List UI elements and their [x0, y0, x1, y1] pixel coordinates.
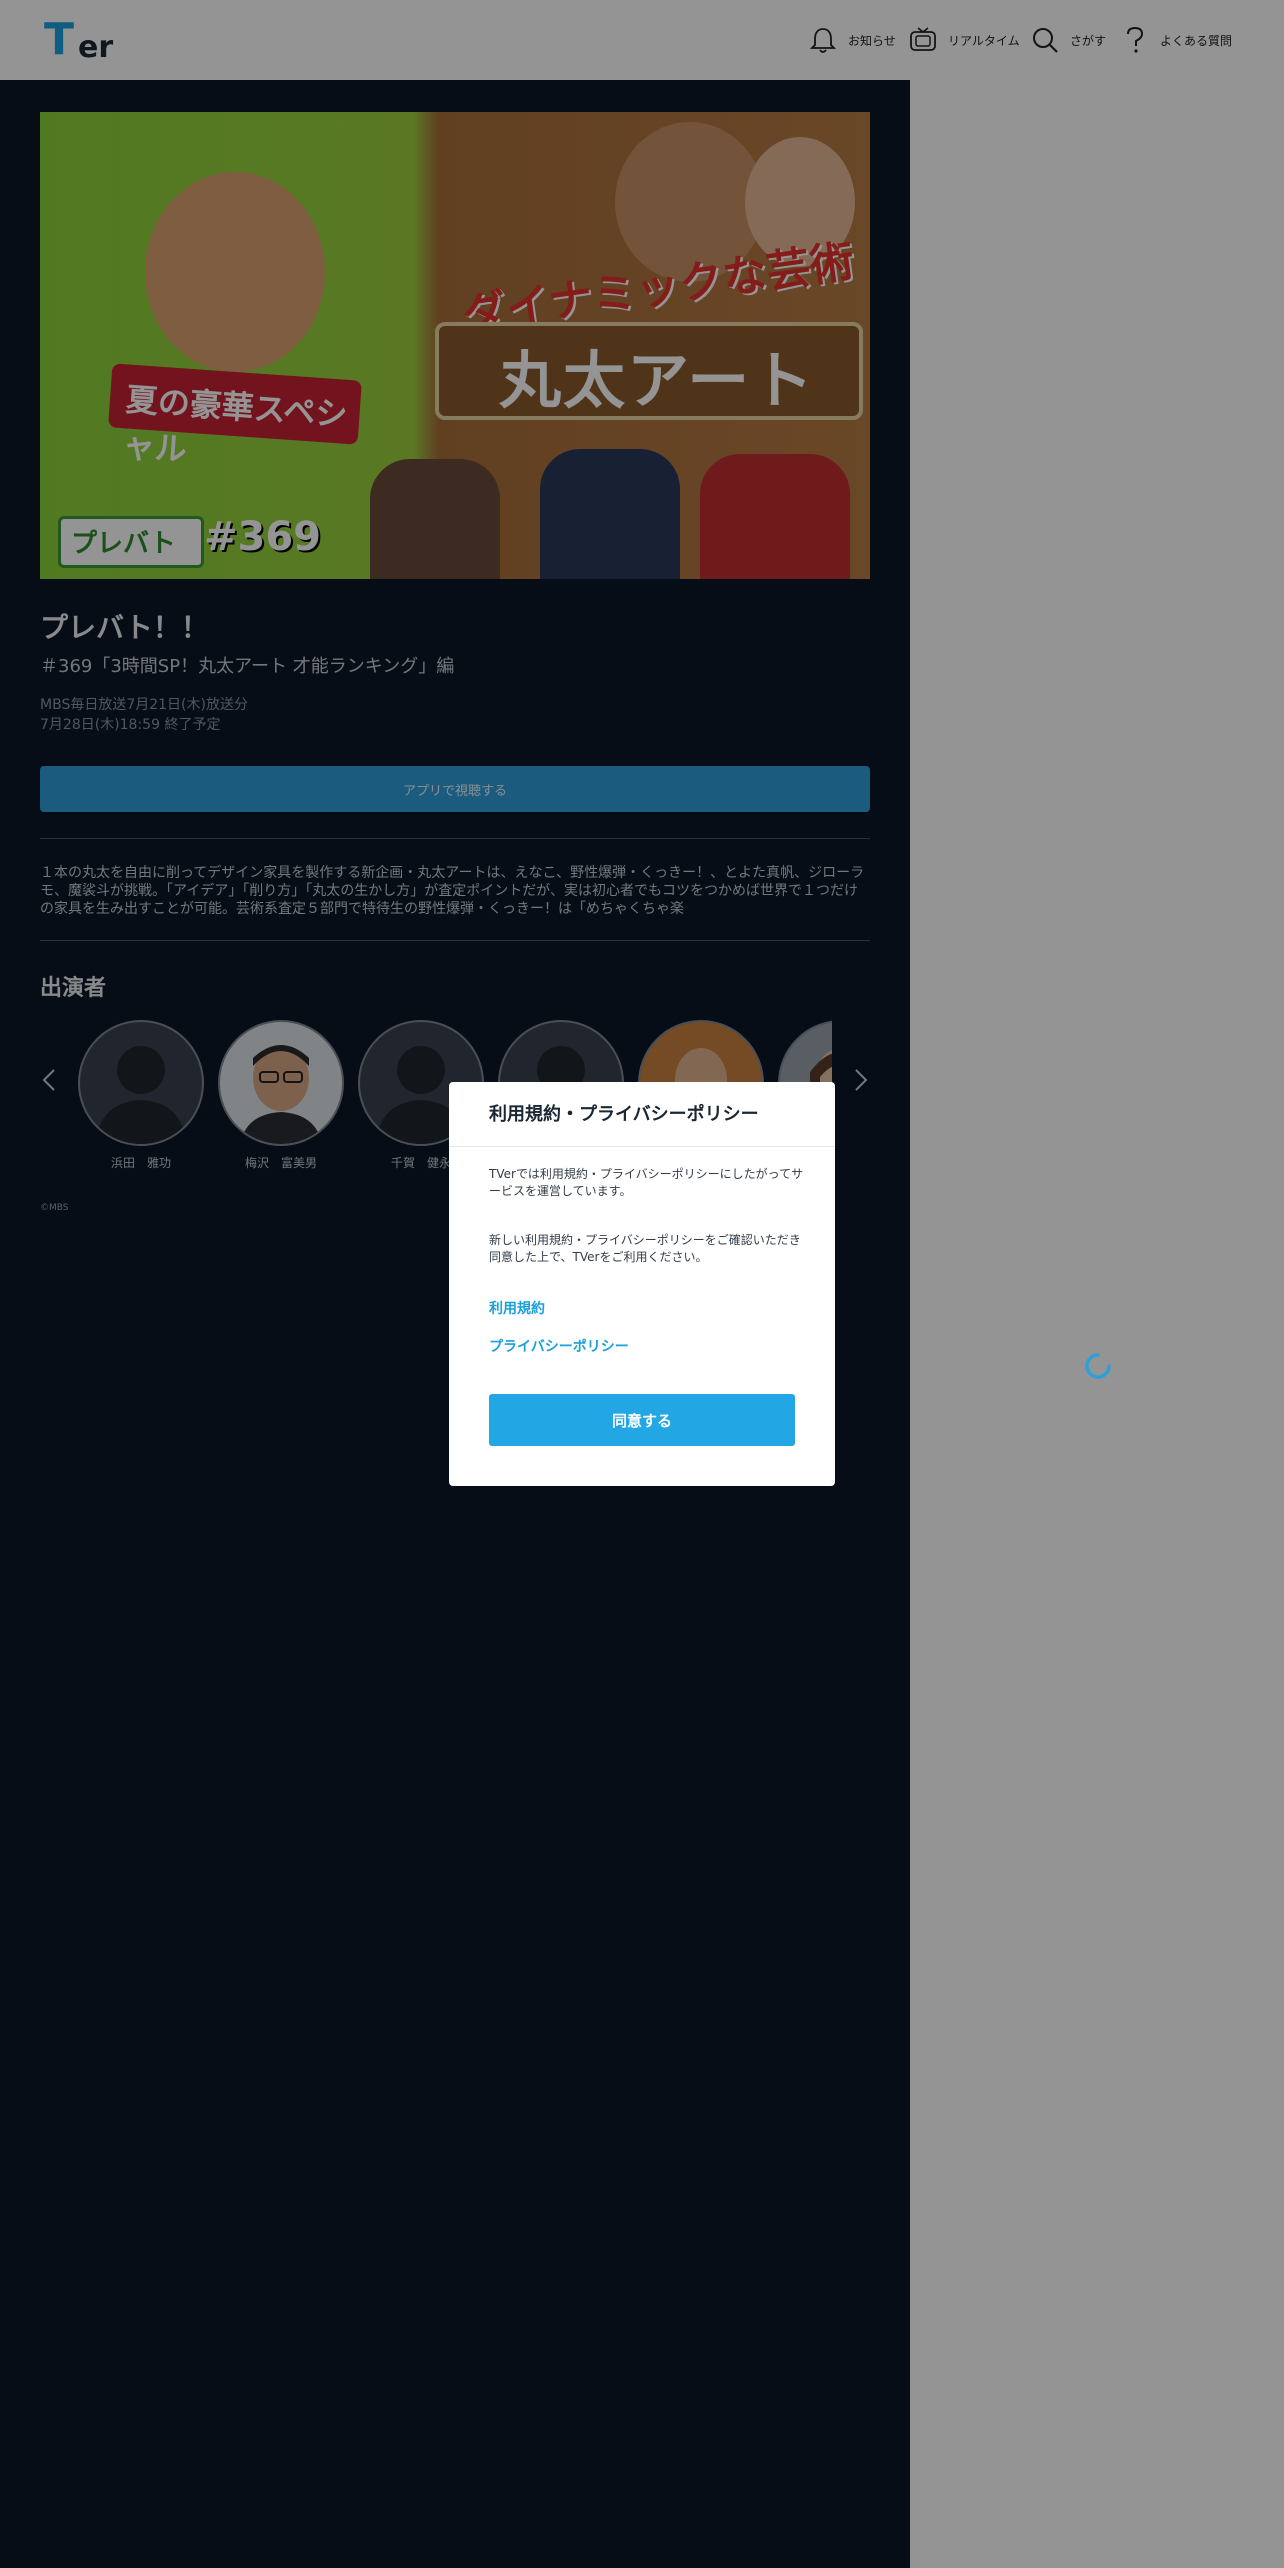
- terms-of-use-link[interactable]: 利用規約: [489, 1298, 545, 1318]
- dialog-divider: [449, 1146, 835, 1147]
- agree-button[interactable]: 同意する: [489, 1394, 795, 1446]
- dialog-title: 利用規約・プライバシーポリシー: [489, 1104, 759, 1125]
- privacy-policy-link[interactable]: プライバシーポリシー: [489, 1336, 629, 1356]
- dialog-text: 新しい利用規約・プライバシーポリシーをご確認いただき同意した上で、TVerをご利…: [489, 1233, 801, 1264]
- dialog-text: TVerでは利用規約・プライバシーポリシーにしたがってサービスを運営しています。: [489, 1167, 804, 1198]
- terms-privacy-dialog: 利用規約・プライバシーポリシー TVerでは利用規約・プライバシーポリシーにした…: [449, 1082, 835, 1486]
- loading-spinner-icon: [1084, 1352, 1112, 1380]
